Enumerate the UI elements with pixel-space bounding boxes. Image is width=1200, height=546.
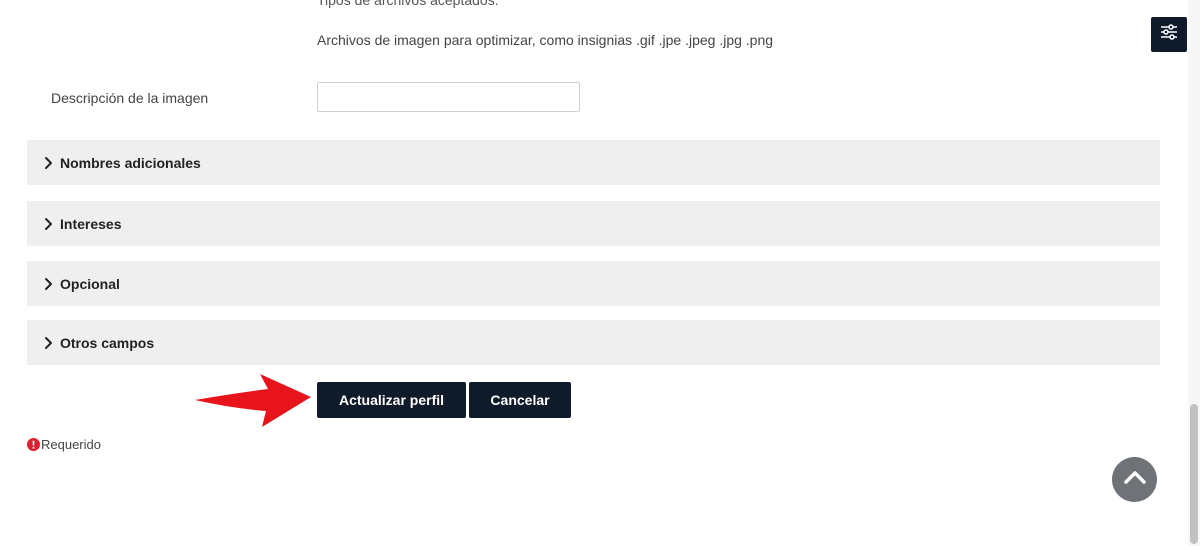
section-intereses[interactable]: Intereses [27,201,1160,246]
accepted-types-label: Tipos de archivos aceptados: [317,0,499,8]
update-profile-button[interactable]: Actualizar perfil [317,382,466,418]
section-title: Nombres adicionales [60,154,201,171]
image-description-label: Descripción de la imagen [51,90,209,106]
section-nombres-adicionales[interactable]: Nombres adicionales [27,140,1160,185]
cancel-button[interactable]: Cancelar [469,382,571,418]
image-description-input[interactable] [317,82,580,112]
section-otros-campos[interactable]: Otros campos [27,320,1160,365]
chevron-right-icon [44,336,58,350]
scroll-to-top-button[interactable] [1112,457,1157,502]
accepted-types-text: Archivos de imagen para optimizar, como … [317,32,774,48]
section-opcional[interactable]: Opcional [27,261,1160,306]
sliders-icon [1160,24,1178,45]
vertical-scrollbar[interactable] [1188,0,1200,546]
section-title: Opcional [60,275,120,292]
chevron-right-icon [44,217,58,231]
edit-profile-page: Tipos de archivos aceptados: Archivos de… [0,0,1200,546]
section-title: Intereses [60,215,122,232]
required-note: Requerido [27,437,101,452]
chevron-right-icon [44,277,58,291]
settings-drawer-button[interactable] [1151,17,1187,52]
red-arrow-icon [190,370,314,435]
chevron-right-icon [44,156,58,170]
required-label: Requerido [41,437,101,452]
section-title: Otros campos [60,334,155,351]
chevron-up-icon [1123,469,1147,490]
exclamation-circle-icon [27,438,40,451]
scrollbar-thumb[interactable] [1190,404,1198,544]
